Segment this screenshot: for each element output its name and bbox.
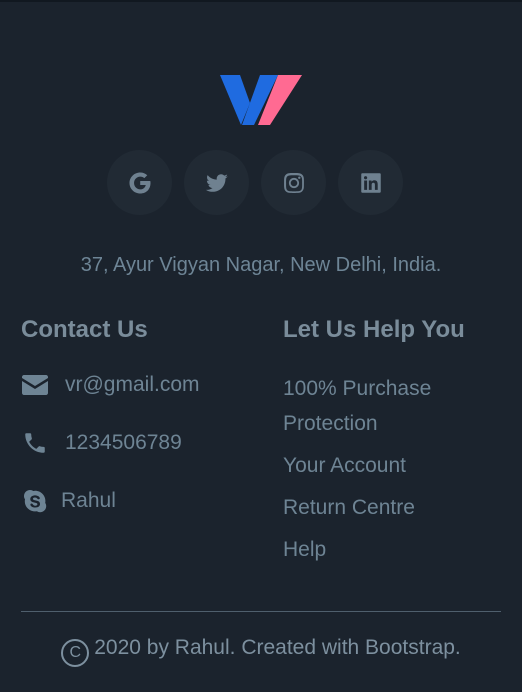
twitter-icon [205, 173, 228, 192]
email-text: vr@gmail.com [65, 373, 200, 396]
contact-skype[interactable]: Rahul [21, 487, 116, 515]
skype-icon [21, 487, 49, 515]
linkedin-icon [360, 172, 381, 193]
contact-title: Contact Us [21, 316, 148, 343]
phone-icon [21, 429, 49, 457]
help-link-purchase-protection[interactable]: 100% Purchase Protection [283, 371, 483, 441]
copyright: C 2020 by Rahul. Created with Bootstrap. [0, 636, 522, 667]
divider [21, 611, 501, 612]
phone-text: 1234506789 [65, 431, 182, 454]
help-title: Let Us Help You [283, 316, 465, 343]
instagram-icon [283, 172, 304, 193]
twitter-button[interactable] [184, 150, 249, 215]
help-links: 100% Purchase Protection Your Account Re… [283, 371, 483, 574]
instagram-button[interactable] [261, 150, 326, 215]
help-link-return-centre[interactable]: Return Centre [283, 490, 483, 525]
copyright-icon: C [61, 639, 90, 667]
help-link-help[interactable]: Help [283, 532, 483, 567]
google-button[interactable] [107, 150, 172, 215]
contact-email[interactable]: vr@gmail.com [21, 371, 200, 399]
google-icon [128, 171, 151, 194]
footer: 37, Ayur Vigyan Nagar, New Delhi, India.… [0, 0, 522, 692]
contact-phone[interactable]: 1234506789 [21, 429, 182, 457]
brand-logo[interactable] [220, 73, 302, 127]
skype-text: Rahul [61, 489, 116, 512]
copyright-text: 2020 by Rahul. Created with Bootstrap. [94, 636, 461, 659]
address: 37, Ayur Vigyan Nagar, New Delhi, India. [80, 254, 442, 276]
linkedin-button[interactable] [338, 150, 403, 215]
help-link-your-account[interactable]: Your Account [283, 448, 483, 483]
social-links [107, 150, 403, 215]
envelope-icon [21, 371, 49, 399]
